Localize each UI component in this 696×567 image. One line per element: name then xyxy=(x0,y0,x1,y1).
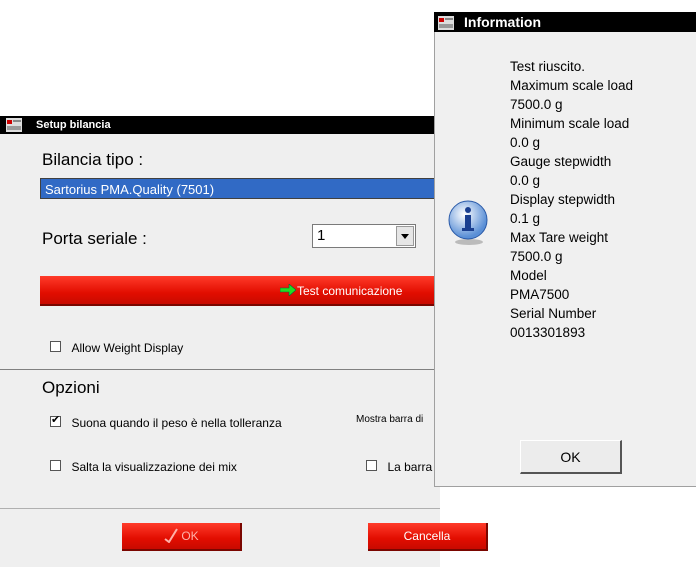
serial-port-label: Porta seriale : xyxy=(42,229,147,248)
info-line: Gauge stepwidth xyxy=(510,154,612,169)
info-icon xyxy=(444,198,492,251)
skip-mix-option-row[interactable]: Salta la visualizzazione dei mix xyxy=(50,458,237,476)
info-line: Display stepwidth xyxy=(510,192,616,207)
information-titlebar: Information xyxy=(434,12,696,32)
cancel-button[interactable]: Cancella xyxy=(368,523,488,551)
test-communication-label: Test comunicazione xyxy=(297,284,403,298)
sound-option-label: Suona quando il peso è nella tolleranza xyxy=(71,416,282,430)
scale-type-select[interactable]: Sartorius PMA.Quality (7501) xyxy=(40,178,440,199)
info-line: 0.0 g xyxy=(510,135,541,150)
ok-button-label: OK xyxy=(181,529,199,543)
setup-title: Setup bilancia xyxy=(36,119,111,131)
bar-option-row[interactable]: La barra xyxy=(366,458,432,476)
bar-checkbox[interactable] xyxy=(366,460,377,471)
chevron-down-icon[interactable] xyxy=(396,226,414,246)
info-message: Test riuscito. Maximum scale load 7500.0… xyxy=(510,57,633,342)
info-line: Maximum scale load xyxy=(510,78,634,93)
info-line: PMA7500 xyxy=(510,287,570,302)
cancel-button-label: Cancella xyxy=(403,529,451,543)
serial-port-value: 1 xyxy=(317,227,326,244)
scale-type-heading: Bilancia tipo : xyxy=(42,150,144,169)
show-bar-option-label: Mostra barra di xyxy=(356,414,424,425)
info-line: Serial Number xyxy=(510,306,597,321)
info-line: 0.1 g xyxy=(510,211,541,226)
skip-mix-option-label: Salta la visualizzazione dei mix xyxy=(71,460,237,474)
options-heading: Opzioni xyxy=(42,378,100,397)
info-ok-button[interactable]: OK xyxy=(520,440,622,474)
footer-divider xyxy=(0,508,440,509)
app-logo-icon xyxy=(6,118,22,132)
checkmark-icon: ✔ xyxy=(51,414,61,426)
info-line: Max Tare weight xyxy=(510,230,609,245)
pen-check-icon xyxy=(163,527,179,546)
allow-weight-display-label: Allow Weight Display xyxy=(71,341,184,355)
green-arrow-icon xyxy=(279,283,297,299)
serial-port-select[interactable]: 1 xyxy=(312,224,416,248)
sound-checkbox[interactable]: ✔ xyxy=(50,414,61,427)
test-communication-button[interactable]: Test comunicazione xyxy=(40,276,440,306)
ok-button[interactable]: OK xyxy=(122,523,242,551)
bar-option-label: La barra xyxy=(387,460,433,474)
info-line: 7500.0 g xyxy=(510,97,563,112)
setup-titlebar: Setup bilancia xyxy=(0,116,440,134)
info-line: Minimum scale load xyxy=(510,116,630,131)
info-line: 0013301893 xyxy=(510,325,586,340)
info-line: 0.0 g xyxy=(510,173,541,188)
app-logo-icon xyxy=(438,15,454,30)
skip-mix-checkbox[interactable] xyxy=(50,460,61,471)
sound-option-row[interactable]: ✔ Suona quando il peso è nella tolleranz… xyxy=(50,414,282,432)
allow-weight-display-row[interactable]: Allow Weight Display xyxy=(50,339,183,357)
info-line: Test riuscito. xyxy=(510,59,586,74)
info-line: Model xyxy=(510,268,547,283)
allow-weight-display-checkbox[interactable] xyxy=(50,341,61,352)
information-title: Information xyxy=(464,14,541,30)
section-divider xyxy=(0,369,440,370)
info-line: 7500.0 g xyxy=(510,249,563,264)
info-ok-label: OK xyxy=(560,448,581,465)
